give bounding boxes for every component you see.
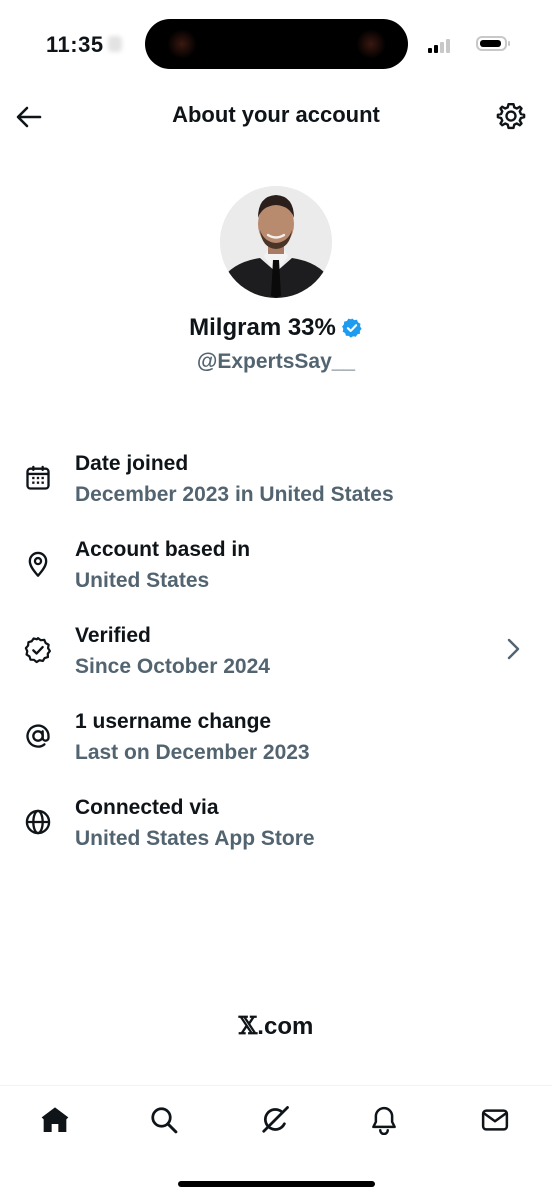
at-sign-icon [26, 724, 50, 748]
battery-icon [476, 36, 510, 51]
verified-checkmark-icon [341, 318, 362, 338]
tab-home[interactable] [37, 1102, 73, 1138]
home-indicator[interactable] [178, 1181, 375, 1187]
bell-icon [372, 1106, 396, 1135]
x-com-link[interactable]: 𝕏.com [0, 1011, 552, 1041]
info-title: Verified [75, 624, 151, 647]
info-item-verified[interactable]: Verified Since October 2024 [0, 624, 552, 700]
page-title: About your account [172, 102, 380, 127]
info-item-account-based-in: Account based in United States [0, 538, 552, 614]
tab-grok[interactable] [257, 1102, 293, 1138]
tab-notifications[interactable] [366, 1102, 402, 1138]
settings-button[interactable] [494, 99, 528, 133]
chevron-right-icon [507, 638, 520, 660]
info-title: Connected via [75, 796, 219, 819]
gear-icon [496, 102, 526, 130]
username-handle: @ExpertsSay__ [196, 350, 356, 373]
calendar-icon [26, 465, 50, 490]
info-subtitle: United States App Store [75, 827, 315, 850]
search-icon [151, 1107, 178, 1134]
info-subtitle: Last on December 2023 [75, 741, 310, 764]
globe-icon [25, 809, 51, 835]
location-pin-icon [28, 551, 48, 577]
display-name-row: Milgram 33% [0, 314, 552, 342]
info-subtitle: Since October 2024 [75, 655, 270, 678]
location-indicator [108, 36, 122, 52]
x-logo: 𝕏 [238, 1011, 258, 1040]
info-title: Account based in [75, 538, 251, 561]
profile-photo [220, 186, 332, 298]
info-title: Date joined [75, 452, 189, 475]
tab-messages[interactable] [477, 1102, 513, 1138]
status-bar: 11:35 [0, 0, 552, 90]
home-icon [41, 1107, 69, 1132]
info-item-date-joined: Date joined December 2023 in United Stat… [0, 452, 552, 528]
brand-suffix: .com [257, 1013, 314, 1040]
cellular-signal-icon [428, 37, 468, 53]
info-item-connected-via: Connected via United States App Store [0, 796, 552, 872]
dynamic-island [145, 19, 408, 69]
mail-icon [481, 1109, 509, 1131]
display-name: Milgram 33% [189, 314, 336, 341]
avatar [220, 186, 332, 298]
verified-badge-icon [24, 636, 52, 664]
grok-icon [262, 1106, 289, 1133]
status-time: 11:35 [46, 32, 104, 57]
info-subtitle: United States [75, 569, 210, 592]
info-item-username-changes: 1 username change Last on December 2023 [0, 710, 552, 786]
tab-search[interactable] [146, 1102, 182, 1138]
info-title: 1 username change [75, 710, 272, 733]
top-app-bar: About your account [0, 90, 552, 142]
info-subtitle: December 2023 in United States [75, 483, 394, 506]
